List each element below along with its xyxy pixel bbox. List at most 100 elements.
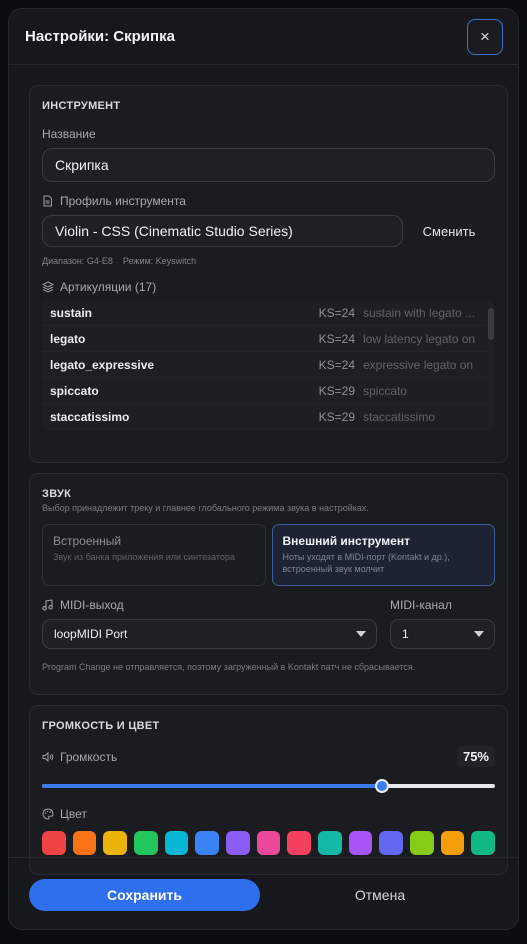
option-title: Внешний инструмент (282, 534, 410, 548)
volume-label: Громкость (60, 749, 118, 764)
color-swatch[interactable] (471, 831, 496, 855)
slider-fill (42, 784, 382, 788)
sound-section: ЗВУК Выбор принадлежит треку и главнее г… (29, 473, 508, 695)
color-swatch[interactable] (42, 831, 66, 855)
midi-out-group: MIDI-выход loopMIDI Port (42, 598, 377, 649)
articulation-description: staccatissimo (363, 409, 436, 424)
change-profile-button[interactable]: Сменить (403, 224, 495, 239)
volume-label-row: Громкость (42, 750, 117, 764)
midi-channel-value: 1 (402, 627, 409, 641)
profile-field[interactable]: Violin - CSS (Cinematic Studio Series) (42, 215, 403, 247)
articulation-name: spiccato (50, 383, 99, 398)
dialog-header: Настройки: Скрипка × (9, 9, 518, 65)
articulation-keyswitch: KS=29 (318, 409, 355, 424)
settings-dialog: Настройки: Скрипка × ИНСТРУМЕНТ Название… (8, 8, 519, 930)
articulation-keyswitch: KS=24 (318, 331, 355, 346)
color-swatch[interactable] (72, 831, 97, 855)
articulation-row[interactable]: sustain KS=24 sustain with legato ... (42, 300, 495, 326)
articulation-list[interactable]: sustain KS=24 sustain with legato ... le… (42, 300, 495, 430)
slider-thumb[interactable] (374, 779, 389, 793)
dialog-title: Настройки: Скрипка (25, 28, 175, 45)
color-label: Цвет (60, 807, 87, 821)
name-input[interactable]: Скрипка (42, 148, 495, 182)
articulation-scrollbar[interactable] (487, 300, 495, 430)
mode-text: Режим: Keyswitch (122, 256, 197, 266)
sound-subtitle: Выбор принадлежит треку и главнее глобал… (42, 503, 369, 513)
profile-row: Violin - CSS (Cinematic Studio Series) С… (42, 215, 495, 247)
color-swatch[interactable] (287, 831, 312, 855)
cancel-button[interactable]: Отмена (260, 887, 500, 903)
volume-section-title: ГРОМКОСТЬ И ЦВЕТ (42, 720, 160, 732)
option-description: Звук из банка приложения или синтезатора (53, 552, 235, 562)
profile-label-row: Профиль инструмента (42, 194, 495, 208)
builtin-sound-option[interactable]: Встроенный Звук из банка приложения или … (42, 524, 266, 586)
dialog-body: ИНСТРУМЕНТ Название Скрипка Профиль инст… (9, 65, 518, 875)
articulation-name: sustain (50, 305, 93, 320)
color-swatch[interactable] (318, 831, 342, 855)
volume-slider[interactable] (42, 779, 495, 793)
color-swatch[interactable] (134, 831, 158, 855)
volume-value: 75% (456, 746, 495, 767)
speaker-icon (42, 751, 54, 763)
midi-row: MIDI-выход loopMIDI Port MIDI-канал 1 (42, 598, 495, 649)
articulation-name: staccatissimo (50, 409, 130, 424)
save-button[interactable]: Сохранить (29, 878, 260, 911)
color-swatch[interactable] (226, 831, 250, 855)
articulation-name: legato_expressive (50, 357, 155, 372)
chevron-down-icon (356, 631, 366, 637)
midi-out-label-row: MIDI-выход (42, 598, 377, 612)
name-value: Скрипка (55, 157, 109, 173)
instrument-section: ИНСТРУМЕНТ Название Скрипка Профиль инст… (29, 85, 508, 463)
option-description: Ноты уходят в MIDI-порт (Kontakt и др.),… (282, 552, 450, 574)
range-text: Диапазон: G4-E8 (42, 256, 113, 266)
color-swatch[interactable] (103, 831, 128, 855)
midi-out-label: MIDI-выход (60, 598, 124, 612)
color-label-row: Цвет (42, 807, 495, 821)
color-swatch[interactable] (195, 831, 220, 855)
articulation-row[interactable]: staccatissimo KS=29 staccatissimo (42, 404, 495, 430)
articulation-description: expressive legato on (363, 357, 474, 372)
volume-row: Громкость 75% (42, 746, 495, 767)
name-label: Название (42, 127, 96, 141)
music-note-icon (42, 599, 54, 611)
color-swatch[interactable] (379, 831, 404, 855)
articulations-label-row: Артикуляции (17) (42, 280, 495, 294)
midi-channel-group: MIDI-канал 1 (390, 598, 495, 649)
articulation-keyswitch: KS=24 (318, 305, 355, 320)
articulation-name: legato (50, 331, 86, 346)
articulation-row[interactable]: legato KS=24 low latency legato on (42, 326, 495, 352)
articulation-row[interactable]: spiccato KS=29 spiccato (42, 378, 495, 404)
volume-color-section: ГРОМКОСТЬ И ЦВЕТ Громкость 75% Цвет (29, 705, 508, 875)
instrument-section-title: ИНСТРУМЕНТ (42, 100, 121, 112)
color-swatch[interactable] (164, 831, 189, 855)
option-title: Встроенный (53, 534, 122, 548)
midi-out-value: loopMIDI Port (54, 627, 128, 641)
close-button[interactable]: × (467, 18, 503, 55)
articulation-keyswitch: KS=24 (318, 357, 355, 372)
color-swatch[interactable] (256, 831, 281, 855)
layers-icon (42, 281, 54, 293)
midi-out-select[interactable]: loopMIDI Port (42, 619, 377, 649)
sound-section-title: ЗВУК (42, 488, 72, 500)
document-icon (42, 195, 54, 207)
color-swatches (42, 831, 496, 855)
articulation-row[interactable]: legato_expressive KS=24 expressive legat… (42, 352, 495, 378)
articulation-description: sustain with legato ... (363, 305, 476, 320)
profile-meta: Диапазон: G4-E8 Режим: Keyswitch (42, 256, 495, 266)
sound-mode-options: Встроенный Звук из банка приложения или … (42, 524, 495, 586)
color-swatch[interactable] (410, 831, 434, 855)
profile-label: Профиль инструмента (60, 194, 186, 208)
external-instrument-option[interactable]: Внешний инструмент Ноты уходят в MIDI-по… (271, 524, 495, 586)
color-swatch[interactable] (440, 831, 465, 855)
articulation-keyswitch: KS=29 (318, 383, 355, 398)
dialog-footer: Сохранить Отмена (9, 857, 518, 929)
scrollbar-thumb[interactable] (488, 308, 494, 340)
chevron-down-icon (474, 631, 484, 637)
color-swatch[interactable] (348, 831, 373, 855)
articulation-description: low latency legato on (363, 331, 476, 346)
articulations-label: Артикуляции (17) (60, 280, 157, 294)
close-icon: × (480, 26, 490, 46)
program-change-note: Program Change не отправляется, поэтому … (42, 662, 416, 672)
midi-channel-select[interactable]: 1 (390, 619, 495, 649)
palette-icon (42, 808, 54, 820)
